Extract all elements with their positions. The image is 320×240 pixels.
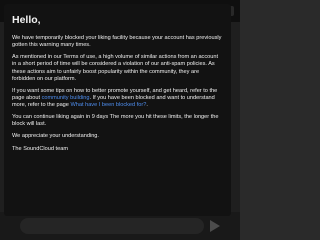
paragraph-tips: If you want some tips on how to better p… [12,88,222,110]
block-notice-dialog: Hello, We have temporarily blocked your … [4,4,231,216]
paragraph-block-duration: You can continue liking again in 9 days … [12,114,219,128]
dialog-greeting: Hello, [12,14,41,26]
why-blocked-link[interactable]: What have I been blocked for? [70,102,146,108]
community-building-link[interactable]: community building [42,95,90,101]
paragraph-terms-of-use: As mentioned in our Terms of use, a high… [12,54,219,82]
paragraph-appreciation: We appreciate your understanding. [12,133,99,140]
dialog-signature: The SoundCloud team [12,145,68,152]
paragraph-block-reason: We have temporarily blocked your liking … [12,35,222,49]
tips-text-end: . [146,102,148,109]
